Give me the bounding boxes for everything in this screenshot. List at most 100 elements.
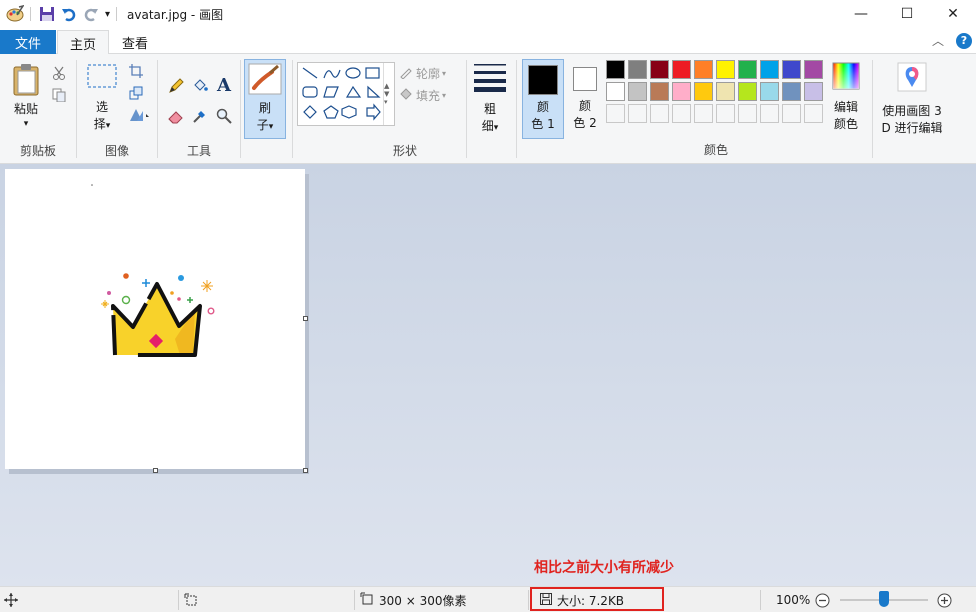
resize-icon[interactable] <box>127 84 145 102</box>
image-dimensions-icon <box>360 592 374 609</box>
palette-color-swatch[interactable] <box>804 60 823 79</box>
custom-color-slot[interactable] <box>738 104 757 123</box>
tab-home[interactable]: 主页 <box>57 30 109 55</box>
maximize-button[interactable]: ☐ <box>884 0 930 28</box>
separator <box>354 590 355 610</box>
edit-colors-label-2: 颜色 <box>833 117 858 131</box>
palette-color-swatch[interactable] <box>760 82 779 101</box>
palette-color-swatch[interactable] <box>716 60 735 79</box>
title-bar: ▾ avatar.jpg - 画图 — ☐ ✕ <box>0 0 976 28</box>
palette-color-swatch[interactable] <box>694 60 713 79</box>
custom-color-slot[interactable] <box>694 104 713 123</box>
paste-button[interactable]: 粘贴 ▾ <box>6 62 46 130</box>
shapes-scroll[interactable]: ▲ ▼ ▾ <box>383 63 394 125</box>
cut-icon[interactable] <box>50 64 68 82</box>
custom-color-slot[interactable] <box>672 104 691 123</box>
tools-group-label: 工具 <box>186 144 211 158</box>
color2-button[interactable]: 颜 色 2 <box>566 59 604 139</box>
tab-file[interactable]: 文件 <box>0 30 56 54</box>
crown-image <box>91 184 215 357</box>
image-group: 选 择▾ 图像 <box>77 56 157 162</box>
close-button[interactable]: ✕ <box>930 0 976 28</box>
fill-arrow: ▾ <box>442 90 447 100</box>
collapse-ribbon-icon[interactable]: ︿ <box>932 32 944 49</box>
crop-icon[interactable] <box>127 62 145 80</box>
select-button[interactable]: 选 择▾ <box>85 64 119 135</box>
zoom-slider-thumb[interactable] <box>879 591 889 607</box>
palette-color-swatch[interactable] <box>672 60 691 79</box>
tab-view[interactable]: 查看 <box>111 30 159 54</box>
magnifier-icon[interactable] <box>214 106 234 126</box>
text-tool-icon[interactable]: A <box>214 74 234 96</box>
palette-color-swatch[interactable] <box>628 60 647 79</box>
line-size-icon <box>470 62 510 97</box>
shapes-gallery[interactable]: ▲ ▼ ▾ <box>297 62 395 126</box>
edit-colors-button[interactable]: 编辑 颜色 <box>827 62 865 133</box>
size-button[interactable]: 粗 细▾ <box>470 62 510 137</box>
help-icon[interactable]: ? <box>956 32 972 49</box>
custom-color-slot[interactable] <box>606 104 625 123</box>
select-rect-icon <box>85 64 119 95</box>
palette-color-swatch[interactable] <box>738 60 757 79</box>
resize-handle-corner[interactable] <box>303 468 308 473</box>
zoom-out-button[interactable] <box>815 587 830 612</box>
redo-icon[interactable] <box>83 3 99 25</box>
eraser-icon[interactable] <box>166 106 186 126</box>
edit-colors-icon <box>827 62 865 95</box>
palette-color-swatch[interactable] <box>650 60 669 79</box>
ribbon: 粘贴 ▾ 剪贴板 选 择▾ 图像 A 工具 刷 子▾ ▲ ▼ ▾ 轮廓 ▾ 填充… <box>0 54 976 164</box>
highlight-box <box>530 587 664 611</box>
palette-color-swatch[interactable] <box>650 82 669 101</box>
save-icon[interactable] <box>39 3 55 25</box>
edit-colors-label-1: 编辑 <box>833 100 858 114</box>
color-picker-icon[interactable] <box>190 106 210 126</box>
custom-color-slot[interactable] <box>782 104 801 123</box>
fill-button[interactable]: 填充 ▾ <box>399 86 446 104</box>
edit-with-paint3d-button[interactable]: 使用画图 3 D 进行编辑 <box>876 62 948 137</box>
resize-handle-bottom[interactable] <box>153 468 158 473</box>
palette-color-swatch[interactable] <box>782 60 801 79</box>
paint-app-icon[interactable] <box>6 3 24 25</box>
zoom-slider[interactable] <box>840 587 928 612</box>
undo-icon[interactable] <box>61 3 77 25</box>
palette-color-swatch[interactable] <box>804 82 823 101</box>
outline-button[interactable]: 轮廓 ▾ <box>399 64 446 82</box>
image-dimensions-text: 300 × 300像素 <box>379 593 467 608</box>
outline-icon <box>399 65 413 82</box>
palette-color-swatch[interactable] <box>738 82 757 101</box>
fill-bucket-icon[interactable] <box>190 76 210 96</box>
ribbon-tabs: 文件 主页 查看 ︿ ? <box>0 30 976 55</box>
palette-color-swatch[interactable] <box>694 82 713 101</box>
outline-arrow: ▾ <box>442 68 447 78</box>
status-bar: 300 × 300像素 大小: 7.2KB 100% <box>0 586 976 612</box>
color1-button[interactable]: 颜 色 1 <box>522 59 564 139</box>
rotate-icon[interactable] <box>127 106 153 124</box>
palette-color-swatch[interactable] <box>606 60 625 79</box>
palette-color-swatch[interactable] <box>628 82 647 101</box>
minimize-button[interactable]: — <box>838 0 884 28</box>
color1-label-2: 色 1 <box>531 117 555 131</box>
separator <box>116 7 118 21</box>
brushes-label-2: 子▾ <box>256 118 274 132</box>
palette-color-swatch[interactable] <box>672 82 691 101</box>
custom-color-slot[interactable] <box>650 104 669 123</box>
paint3d-label-2: D 进行编辑 <box>881 121 943 135</box>
colors-group-label: 颜色 <box>703 143 728 157</box>
palette-color-swatch[interactable] <box>782 82 801 101</box>
brushes-button[interactable]: 刷 子▾ <box>244 59 286 139</box>
pencil-icon[interactable] <box>166 76 186 96</box>
custom-color-slot[interactable] <box>628 104 647 123</box>
zoom-in-button[interactable] <box>937 587 952 612</box>
custom-color-slot[interactable] <box>804 104 823 123</box>
palette-color-swatch[interactable] <box>606 82 625 101</box>
custom-color-slot[interactable] <box>760 104 779 123</box>
copy-icon[interactable] <box>50 86 68 104</box>
custom-color-slot[interactable] <box>716 104 735 123</box>
resize-handle-right[interactable] <box>303 316 308 321</box>
palette-color-swatch[interactable] <box>716 82 735 101</box>
paste-arrow: ▾ <box>23 119 29 129</box>
palette-color-swatch[interactable] <box>760 60 779 79</box>
drawing-canvas[interactable] <box>5 169 305 469</box>
separator <box>30 7 31 21</box>
customize-toolbar-icon[interactable]: ▾ <box>105 3 110 25</box>
